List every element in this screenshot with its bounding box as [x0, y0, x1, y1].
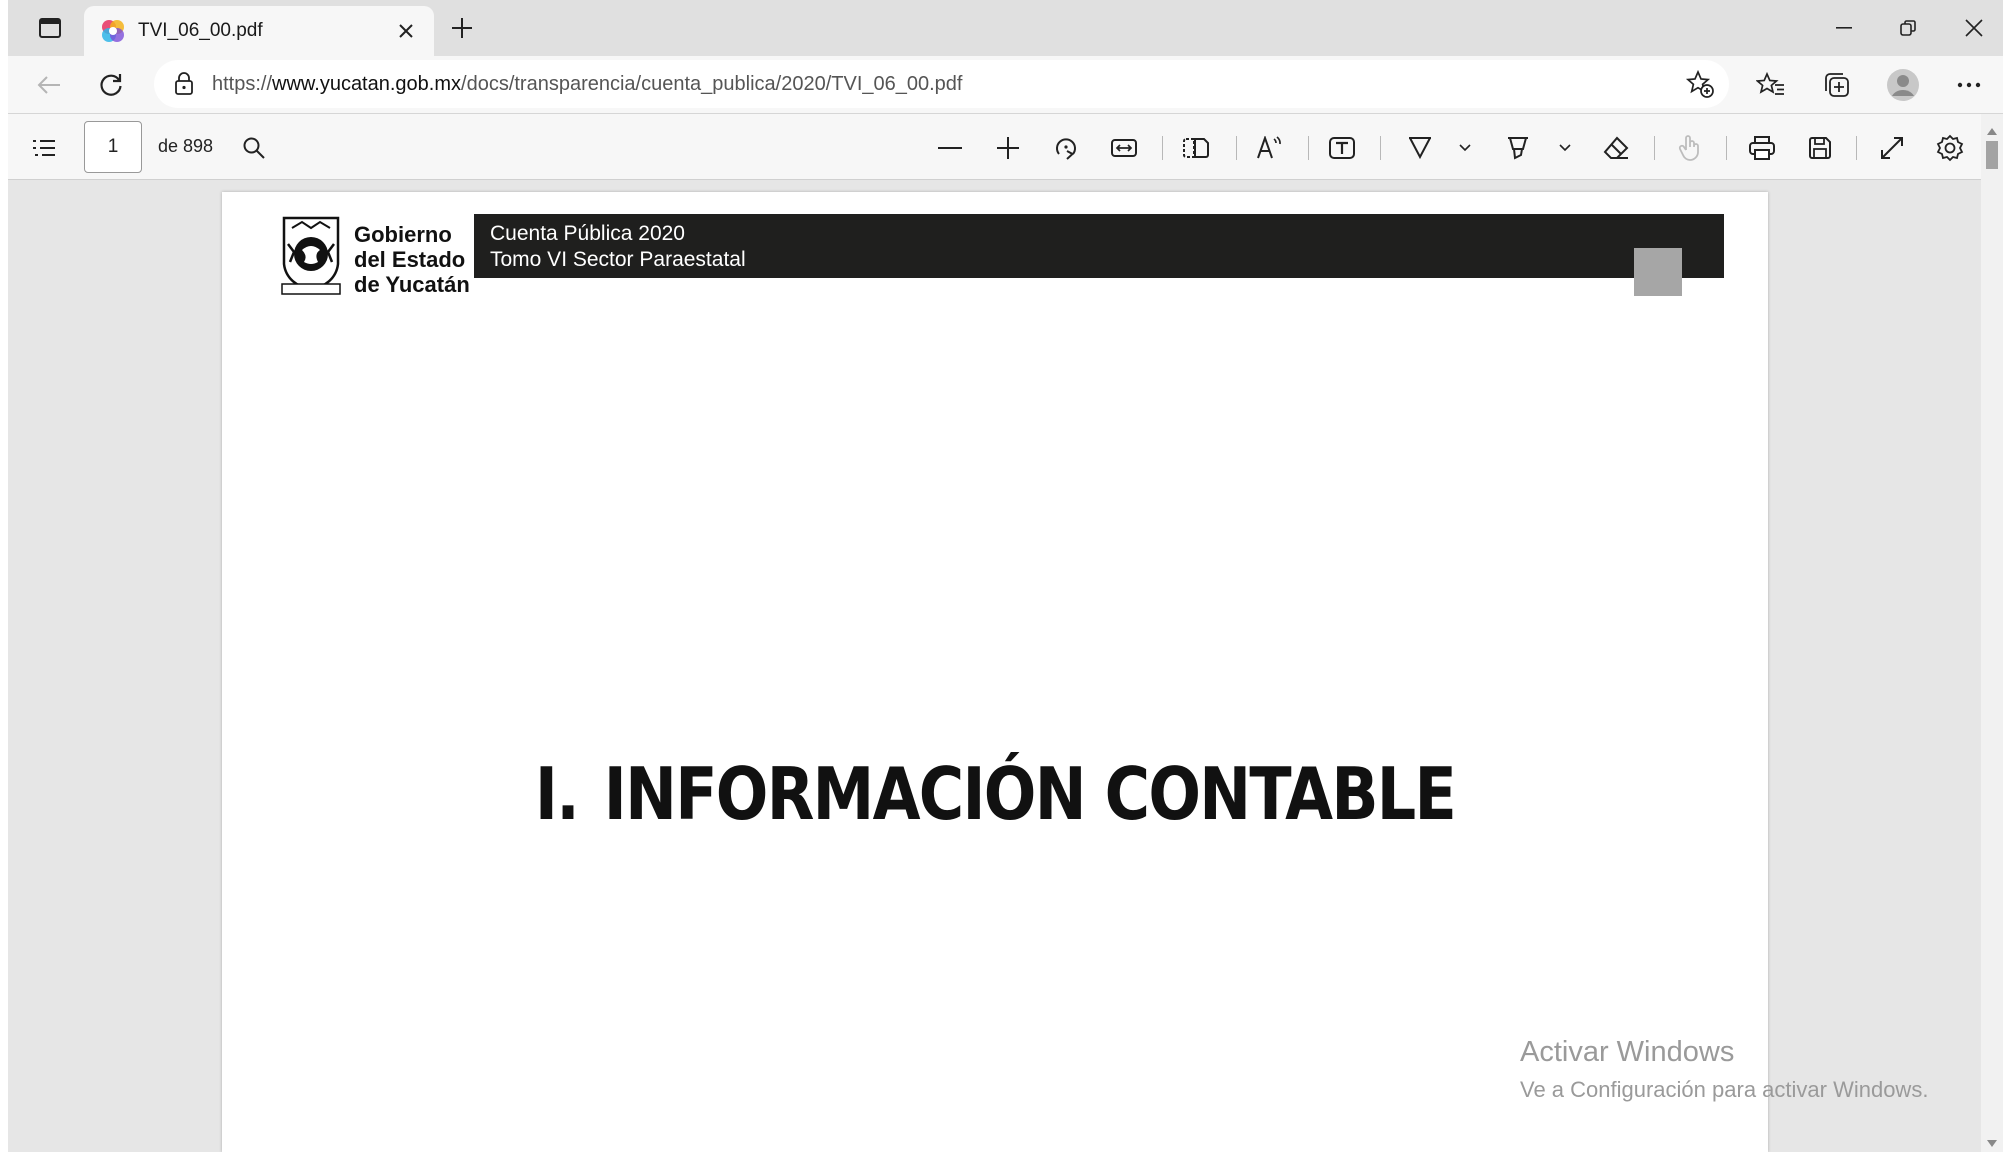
activate-windows-watermark: Activar Windows Ve a Configuración para …: [1520, 1036, 1929, 1102]
government-name: Gobierno del Estado de Yucatán: [354, 222, 470, 297]
profile-icon[interactable]: [1884, 66, 1922, 104]
toolbar-divider: [1380, 136, 1381, 160]
highlight-icon[interactable]: [1500, 130, 1536, 166]
contents-icon[interactable]: [26, 130, 62, 166]
vertical-scrollbar[interactable]: [1981, 114, 2003, 1152]
toolbar-divider: [1654, 136, 1655, 160]
save-icon[interactable]: [1802, 130, 1838, 166]
address-bar[interactable]: https://www.yucatan.gob.mx/docs/transpar…: [154, 60, 1729, 108]
url-text[interactable]: https://www.yucatan.gob.mx/docs/transpar…: [212, 73, 962, 96]
plus-icon[interactable]: [444, 10, 480, 46]
refresh-icon[interactable]: [92, 66, 130, 104]
tab-actions-icon[interactable]: [30, 12, 70, 44]
close-icon[interactable]: [392, 17, 420, 45]
yucatan-seal-logo: [278, 214, 344, 296]
header-grey-square: [1634, 248, 1682, 296]
toolbar-divider: [1856, 136, 1857, 160]
scroll-down-arrow[interactable]: [1987, 1140, 1997, 1147]
pdf-favicon: [100, 18, 126, 44]
chevron-down-icon[interactable]: [1552, 130, 1578, 166]
section-heading: I. INFORMACIÓN CONTABLE: [534, 752, 1457, 836]
fit-page-icon[interactable]: [1106, 130, 1142, 166]
scroll-up-arrow[interactable]: [1987, 128, 1997, 135]
toolbar-divider: [1308, 136, 1309, 160]
pdf-toolbar: 1 de 898: [8, 114, 2003, 180]
document-header-band: Cuenta Pública 2020 Tomo VI Sector Parae…: [474, 214, 1724, 278]
fullscreen-icon[interactable]: [1874, 130, 1910, 166]
header-subtitle: Tomo VI Sector Paraestatal: [490, 248, 746, 271]
zoom-in-icon[interactable]: [990, 130, 1026, 166]
page-total-label: de 898: [158, 136, 214, 156]
scroll-thumb[interactable]: [1986, 141, 1998, 169]
tab-title: TVI_06_00.pdf: [138, 20, 263, 41]
close-window-icon[interactable]: [1944, 8, 2003, 48]
rotate-icon[interactable]: [1048, 130, 1084, 166]
zoom-out-icon[interactable]: [932, 130, 968, 166]
toolbar-divider: [1236, 136, 1237, 160]
text-box-icon[interactable]: [1324, 130, 1360, 166]
page-view-icon[interactable]: [1178, 130, 1214, 166]
pdf-page: Gobierno del Estado de Yucatán Cuenta Pú…: [222, 192, 1768, 1152]
toolbar-divider: [1162, 136, 1163, 160]
eraser-icon[interactable]: [1598, 130, 1634, 166]
favorites-icon[interactable]: [1752, 66, 1790, 104]
restore-icon[interactable]: [1878, 8, 1938, 48]
tab-strip: TVI_06_00.pdf: [8, 0, 2003, 56]
browser-window: TVI_06_00.pdf https://www.yucatan.gob.mx…: [0, 0, 2003, 1152]
print-icon[interactable]: [1744, 130, 1780, 166]
read-aloud-icon[interactable]: [1252, 130, 1288, 166]
chevron-down-icon[interactable]: [1452, 130, 1478, 166]
settings-icon[interactable]: [1932, 130, 1968, 166]
draw-icon[interactable]: [1402, 130, 1438, 166]
header-title: Cuenta Pública 2020: [490, 222, 685, 245]
page-number-input[interactable]: 1: [84, 121, 142, 173]
pdf-viewer-area[interactable]: Gobierno del Estado de Yucatán Cuenta Pú…: [8, 180, 1981, 1152]
touch-icon[interactable]: [1672, 130, 1708, 166]
toolbar-divider: [1726, 136, 1727, 160]
more-icon[interactable]: [1950, 66, 1988, 104]
navigation-bar: https://www.yucatan.gob.mx/docs/transpar…: [8, 56, 2003, 114]
lock-icon[interactable]: [174, 72, 194, 96]
tab-active[interactable]: TVI_06_00.pdf: [84, 6, 434, 56]
add-favorite-icon[interactable]: [1685, 69, 1715, 99]
back-icon[interactable]: [30, 66, 68, 104]
collections-icon[interactable]: [1818, 66, 1856, 104]
minimize-icon[interactable]: [1814, 8, 1874, 48]
search-icon[interactable]: [236, 130, 272, 166]
